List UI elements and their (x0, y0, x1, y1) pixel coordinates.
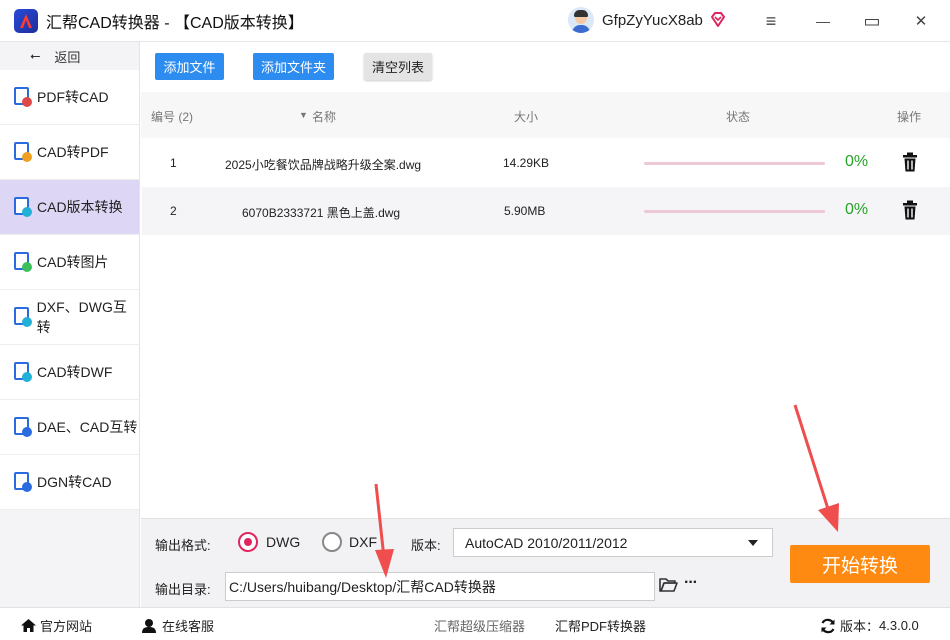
version-number: 4.3.0.0 (879, 618, 919, 633)
header-action: 操作 (897, 110, 922, 124)
row-filename: 6070B2333721 黑色上盖.dwg (242, 206, 401, 220)
file-convert-icon (12, 197, 32, 217)
progress-bar (644, 162, 825, 165)
headset-icon (142, 619, 156, 633)
file-convert-icon (12, 472, 32, 492)
output-dir-label: 输出目录: (155, 582, 211, 597)
output-path-value: C:/Users/huibang/Desktop/汇帮CAD转换器 (229, 578, 496, 595)
sidebar-item-label: DGN转CAD (37, 474, 112, 490)
header-name[interactable]: 名称 (312, 108, 336, 125)
dropdown-caret-icon (748, 540, 758, 546)
version-label: 版本: (411, 538, 441, 553)
online-support-link[interactable]: 在线客服 (141, 616, 214, 635)
table-row[interactable]: 1 2025小吃餐饮品牌战略升级全案.dwg 14.29KB 0% (142, 139, 950, 187)
title-bar: 汇帮CAD转换器 - 【CAD版本转换】 GfpZyYucX8ab ≡ — ▭ … (0, 0, 950, 42)
header-size[interactable]: 大小 (514, 108, 538, 125)
version-text-label: 版本： (840, 619, 880, 634)
status-bar: 官方网站 在线客服 汇帮超级压缩器 汇帮PDF转换器 版本： 4.3.0.0 (0, 607, 950, 640)
sidebar-item-7[interactable]: DAE、CAD互转 (0, 400, 139, 455)
version-info: 版本： 4.3.0.0 (820, 616, 919, 635)
avatar[interactable] (568, 7, 594, 33)
delete-icon[interactable] (901, 200, 919, 220)
output-format-label: 输出格式: (155, 538, 211, 553)
sort-desc-icon[interactable]: ▼ (299, 110, 308, 120)
sidebar-item-label: CAD版本转换 (37, 199, 123, 215)
sidebar-item-6[interactable]: CAD转DWF (0, 345, 139, 400)
sidebar-item-3[interactable]: CAD版本转换 (0, 180, 139, 235)
format-radio-dwg[interactable] (238, 532, 258, 552)
row-size: 14.29KB (503, 156, 550, 170)
back-arrow-icon: ⭠ (30, 48, 41, 63)
row-index: 1 (170, 156, 177, 170)
file-convert-icon (12, 417, 32, 437)
progress-percent: 0% (845, 201, 869, 218)
table-row[interactable]: 2 6070B2333721 黑色上盖.dwg 5.90MB 0% (142, 187, 950, 235)
user-account[interactable]: GfpZyYucX8ab (568, 7, 727, 33)
sidebar-item-label: DXF、DWG互转 (36, 299, 127, 335)
version-selected: AutoCAD 2010/2011/2012 (465, 534, 628, 551)
home-icon (21, 619, 36, 632)
back-label: 返回 (54, 49, 81, 65)
file-convert-icon (12, 252, 32, 272)
maximize-icon[interactable]: ▭ (859, 8, 885, 34)
sidebar-item-label: PDF转CAD (37, 89, 109, 105)
row-filename: 2025小吃餐饮品牌战略升级全案.dwg (225, 158, 422, 172)
sidebar-item-1[interactable]: PDF转CAD (0, 70, 139, 125)
sidebar-item-4[interactable]: CAD转图片 (0, 235, 139, 290)
refresh-icon[interactable] (820, 618, 836, 634)
official-website-link[interactable]: 官方网站 (20, 616, 92, 635)
window-title: 汇帮CAD转换器 - 【CAD版本转换】 (46, 14, 304, 32)
row-index: 2 (170, 204, 177, 218)
progress-percent: 0% (845, 153, 869, 170)
close-icon[interactable]: ✕ (908, 8, 934, 34)
file-convert-icon (12, 362, 32, 382)
format-option-dxf[interactable]: DXF (349, 534, 377, 550)
clear-list-button[interactable]: 清空列表 (364, 53, 432, 80)
app-logo-icon (14, 8, 38, 33)
delete-icon[interactable] (901, 152, 919, 172)
add-folder-button[interactable]: 添加文件夹 (253, 53, 334, 80)
row-size: 5.90MB (504, 204, 546, 218)
header-index[interactable]: 编号 (2) (151, 108, 193, 125)
support-label: 在线客服 (162, 619, 215, 634)
sidebar-nav: PDF转CAD CAD转PDF CAD版本转换 CAD转图片 DXF、DWG互转 CAD转… (0, 70, 139, 510)
sidebar-item-label: CAD转图片 (37, 254, 109, 270)
vip-diamond-icon[interactable] (709, 11, 727, 29)
header-status: 状态 (726, 110, 751, 124)
sidebar-item-8[interactable]: DGN转CAD (0, 455, 139, 510)
file-convert-icon (12, 142, 32, 162)
back-button[interactable]: ⭠ 返回 (0, 42, 139, 70)
version-dropdown[interactable]: AutoCAD 2010/2011/2012 (453, 528, 773, 557)
sidebar-item-2[interactable]: CAD转PDF (0, 125, 139, 180)
format-option-dwg[interactable]: DWG (266, 534, 300, 550)
pdf-converter-link[interactable]: 汇帮PDF转换器 (555, 616, 646, 635)
website-label: 官方网站 (40, 619, 93, 634)
more-options-button[interactable]: ··· (684, 574, 698, 592)
add-file-button[interactable]: 添加文件 (155, 53, 224, 80)
output-settings-panel: 输出格式: DWG DXF 版本: AutoCAD 2010/2011/2012… (141, 518, 950, 607)
format-radio-dxf[interactable] (322, 532, 342, 552)
menu-icon[interactable]: ≡ (758, 8, 784, 34)
sidebar: ⭠ 返回 PDF转CAD CAD转PDF CAD版本转换 CAD转图片 DXF、DWG互… (0, 42, 140, 607)
table-header: 编号 (2) ▼ 名称 大小 状态 操作 (141, 92, 950, 138)
open-folder-icon[interactable] (659, 577, 678, 593)
progress-bar (644, 210, 825, 213)
username[interactable]: GfpZyYucX8ab (602, 12, 703, 29)
minimize-icon[interactable]: — (810, 8, 836, 34)
file-convert-icon (12, 307, 32, 327)
sidebar-item-label: DAE、CAD互转 (37, 419, 138, 435)
sidebar-item-5[interactable]: DXF、DWG互转 (0, 290, 139, 345)
compressor-link[interactable]: 汇帮超级压缩器 (434, 616, 525, 635)
output-path-field[interactable]: C:/Users/huibang/Desktop/汇帮CAD转换器 (225, 572, 655, 601)
file-convert-icon (12, 87, 32, 107)
sidebar-item-label: CAD转DWF (37, 364, 113, 380)
sidebar-item-label: CAD转PDF (37, 144, 109, 160)
start-convert-button[interactable]: 开始转换 (790, 545, 930, 583)
